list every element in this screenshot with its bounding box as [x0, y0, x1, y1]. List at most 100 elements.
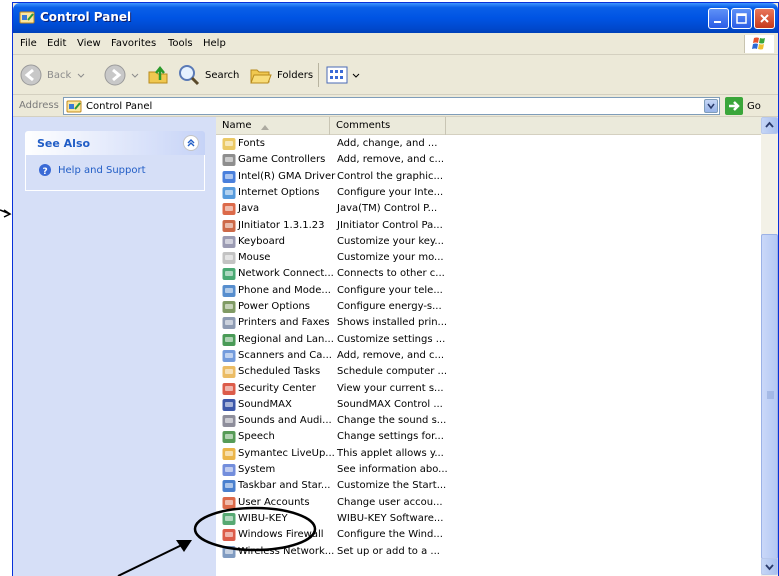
double-chevron-up-icon: [187, 139, 195, 147]
list-item[interactable]: SoundMAX SoundMAX Control ...: [216, 397, 761, 413]
up-folder-icon: [148, 65, 168, 84]
list-item[interactable]: Symantec LiveUp... This applet allows y..…: [216, 446, 761, 462]
chevron-up-icon: [765, 121, 774, 128]
list-item[interactable]: Keyboard Customize your key...: [216, 234, 761, 250]
user-accounts-icon: [222, 496, 236, 509]
item-comment: Add, change, and ...: [337, 138, 438, 149]
item-comment: Configure the Wind...: [337, 529, 443, 541]
list-item[interactable]: Phone and Mode... Configure your tele...: [216, 283, 761, 299]
list-item[interactable]: Wireless Network... Set up or add to a ..…: [216, 544, 761, 560]
address-dropdown-button[interactable]: [704, 99, 718, 113]
item-comment: Customize your key...: [337, 235, 444, 247]
item-comment: Customize your mo...: [337, 252, 444, 264]
item-name: User Accounts: [238, 496, 310, 508]
wireless-network-icon: [222, 545, 236, 558]
menu-tools[interactable]: Tools: [168, 38, 193, 49]
list-item[interactable]: Taskbar and Star... Customize the Start..…: [216, 478, 761, 494]
toolbar-separator: [318, 63, 319, 87]
windows-flag-icon: [752, 37, 765, 50]
see-also-header[interactable]: See Also: [25, 131, 205, 155]
maximize-button[interactable]: [731, 8, 752, 29]
list-item[interactable]: Security Center View your current s...: [216, 381, 761, 397]
list-item[interactable]: Regional and Lan... Customize settings ..…: [216, 332, 761, 348]
chevron-down-icon: [352, 73, 360, 78]
soundmax-icon: [222, 398, 236, 411]
wibu-key-icon: [222, 512, 236, 525]
speech-icon: [222, 431, 236, 444]
address-value: Control Panel: [86, 101, 153, 112]
list-item[interactable]: Scanners and Ca... Add, remove, and c...: [216, 348, 761, 364]
minimize-button[interactable]: [708, 8, 729, 29]
item-comment: Change user accou...: [337, 496, 443, 508]
title-bar[interactable]: Control Panel: [13, 3, 778, 33]
taskbar-start-icon: [222, 480, 236, 493]
see-also-body: ? Help and Support: [25, 155, 205, 191]
list-item[interactable]: System See information abo...: [216, 462, 761, 478]
item-name: Symantec LiveUp...: [238, 447, 335, 459]
column-header: Name Comments: [216, 117, 761, 135]
menu-file[interactable]: File: [20, 38, 37, 49]
menu-view[interactable]: View: [77, 38, 101, 49]
item-name: Game Controllers: [238, 154, 326, 166]
help-and-support-link[interactable]: ? Help and Support: [38, 163, 146, 177]
forward-button[interactable]: [103, 61, 140, 89]
see-also-title: See Also: [37, 137, 91, 150]
item-comment: This applet allows y...: [337, 447, 444, 459]
list-item[interactable]: JInitiator 1.3.1.23 JInitiator Control Pa…: [216, 218, 761, 234]
address-input[interactable]: Control Panel: [63, 97, 720, 115]
network-connections-icon: [222, 268, 236, 281]
collapse-button[interactable]: [183, 135, 199, 151]
go-button[interactable]: Go: [725, 97, 761, 115]
internet-options-icon: [222, 186, 236, 199]
item-name: WIBU-KEY: [238, 512, 288, 524]
regional-language-icon: [222, 333, 236, 346]
vertical-scrollbar[interactable]: [761, 117, 778, 576]
item-comment: Java(TM) Control P...: [337, 203, 438, 215]
list-item[interactable]: Mouse Customize your mo...: [216, 250, 761, 266]
item-comment: SoundMAX Control ...: [337, 398, 443, 410]
back-button[interactable]: Back: [19, 61, 86, 89]
item-name: Scheduled Tasks: [238, 366, 321, 378]
close-button[interactable]: [754, 8, 775, 29]
column-comments[interactable]: Comments: [330, 117, 446, 135]
list-item[interactable]: Fonts Add, change, and ...: [216, 136, 761, 152]
up-folder-button[interactable]: [146, 61, 170, 89]
item-comment: Configure your Inte...: [337, 186, 444, 198]
menu-edit[interactable]: Edit: [47, 38, 66, 49]
list-item[interactable]: Scheduled Tasks Schedule computer ...: [216, 364, 761, 380]
menu-favorites[interactable]: Favorites: [111, 38, 156, 49]
search-button[interactable]: Search: [177, 61, 239, 89]
scroll-thumb[interactable]: [761, 234, 778, 559]
list-item[interactable]: Network Connect... Connects to other c...: [216, 266, 761, 282]
fonts-icon: [222, 138, 236, 150]
list-item[interactable]: WIBU-KEY WIBU-KEY Software...: [216, 511, 761, 527]
list-item[interactable]: Java Java(TM) Control P...: [216, 201, 761, 217]
address-label: Address: [19, 100, 59, 111]
list-item[interactable]: Speech Change settings for...: [216, 429, 761, 445]
menu-help[interactable]: Help: [203, 38, 226, 49]
list-item[interactable]: Intel(R) GMA Driver Control the graphic..…: [216, 169, 761, 185]
list-item[interactable]: Printers and Faxes Shows installed prin..…: [216, 315, 761, 331]
chevron-down-icon: [765, 564, 774, 571]
scroll-down-button[interactable]: [761, 558, 778, 575]
forward-arrow-icon: [104, 64, 126, 86]
views-button[interactable]: [325, 61, 361, 89]
item-comment: Set up or add to a ...: [337, 545, 440, 557]
list-item[interactable]: Internet Options Configure your Inte...: [216, 185, 761, 201]
list-item[interactable]: Game Controllers Add, remove, and c...: [216, 152, 761, 168]
list-item[interactable]: User Accounts Change user accou...: [216, 495, 761, 511]
list-item[interactable]: Windows Firewall Configure the Wind...: [216, 527, 761, 543]
item-comment: Change settings for...: [337, 431, 444, 443]
list-item[interactable]: Power Options Configure energy-s...: [216, 299, 761, 315]
item-comment: See information abo...: [337, 464, 448, 475]
column-name[interactable]: Name: [216, 117, 330, 135]
views-icon: [326, 66, 348, 84]
item-comment: Customize the Start...: [337, 480, 447, 492]
folders-button[interactable]: Folders: [249, 61, 313, 89]
list-item[interactable]: Sounds and Audi... Change the sound s...: [216, 413, 761, 429]
security-center-icon: [222, 382, 236, 395]
minimize-icon: [714, 21, 721, 23]
scroll-up-button[interactable]: [761, 117, 778, 134]
close-icon: [760, 14, 769, 23]
column-name-label: Name: [222, 120, 252, 131]
